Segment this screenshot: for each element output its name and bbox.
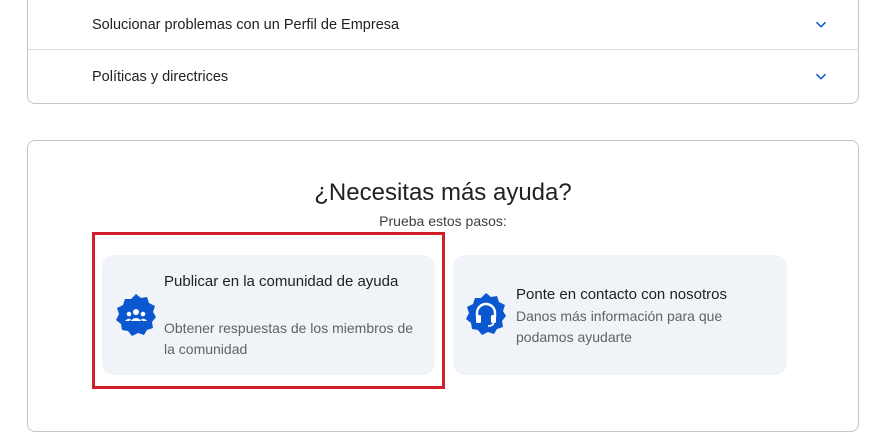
more-help-panel: ¿Necesitas más ayuda? Prueba estos pasos…	[27, 140, 859, 432]
help-subtitle: Prueba estos pasos:	[379, 213, 507, 229]
community-icon	[116, 294, 156, 336]
community-card-title: Publicar en la comunidad de ayuda	[164, 273, 399, 290]
help-title: ¿Necesitas más ayuda?	[314, 179, 572, 206]
chevron-down-icon[interactable]	[814, 70, 828, 84]
accordion-item-label: Solucionar problemas con un Perfil de Em…	[92, 16, 400, 33]
accordion-item-label: Políticas y directrices	[92, 69, 229, 85]
chevron-down-icon[interactable]	[814, 18, 828, 32]
community-card-description: Obtener respuestas de los miembros de la…	[164, 320, 414, 357]
contact-card-description: Danos más información para que podamos a…	[516, 308, 723, 345]
headset-icon	[466, 293, 506, 335]
faq-accordion: Solucionar problemas con un Perfil de Em…	[27, 0, 859, 104]
community-card[interactable]: Publicar en la comunidad de ayuda Obtene…	[102, 255, 435, 375]
contact-card-title: Ponte en contacto con nosotros	[516, 286, 727, 303]
accordion-item-troubleshoot[interactable]: Solucionar problemas con un Perfil de Em…	[28, 0, 858, 50]
contact-card[interactable]: Ponte en contacto con nosotros Danos más…	[453, 255, 787, 375]
accordion-item-policies[interactable]: Políticas y directrices	[28, 51, 858, 103]
